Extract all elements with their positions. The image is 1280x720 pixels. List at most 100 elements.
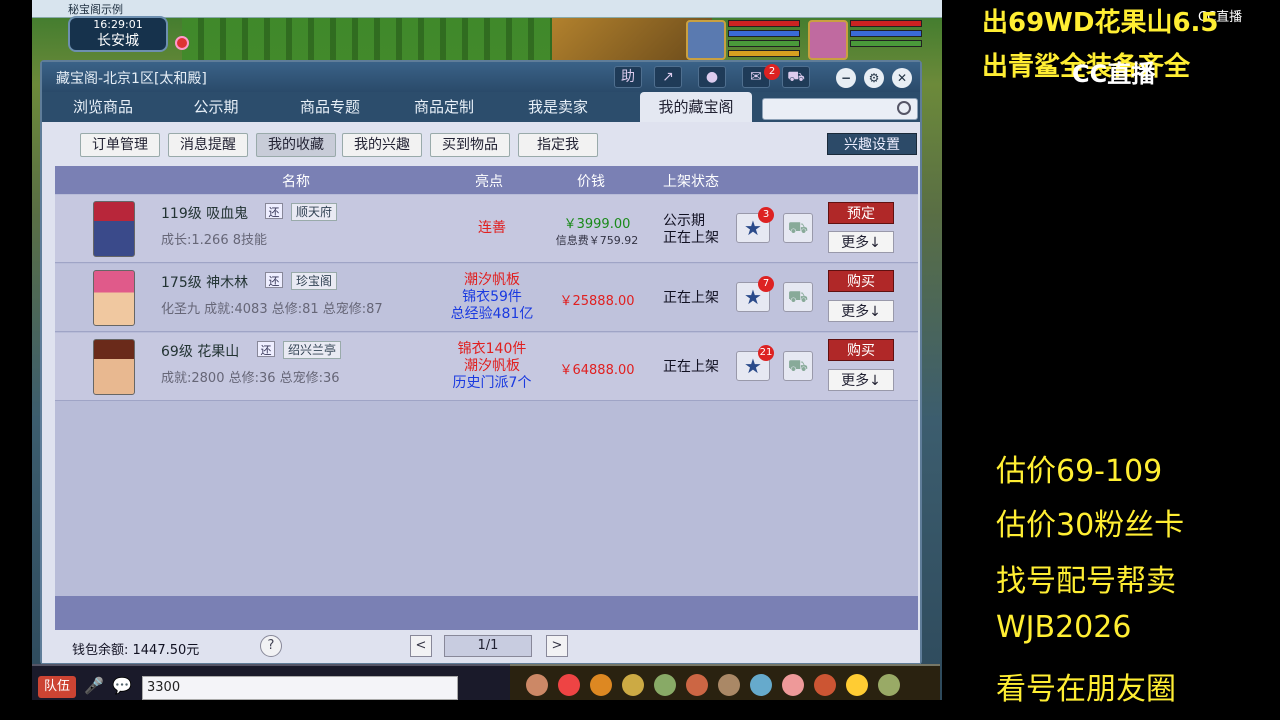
price-value: ￥3999.00 [563, 217, 631, 232]
highlight-item: 锦衣140件 [457, 341, 527, 357]
action-icon[interactable] [846, 674, 868, 696]
interest-settings-button[interactable]: 兴趣设置 [827, 133, 917, 155]
character-level-name: 69级 花果山 [161, 344, 240, 360]
player-bars [728, 20, 800, 60]
action-icon[interactable] [878, 674, 900, 696]
close-icon[interactable]: ✕ [892, 68, 912, 88]
action-icon[interactable] [718, 674, 740, 696]
settings-icon[interactable]: ⚙ [864, 68, 884, 88]
search-icon[interactable] [897, 101, 911, 115]
add-to-cart-icon[interactable]: ⛟ [783, 282, 813, 312]
col-highlight: 亮点 [475, 174, 503, 190]
player-portrait[interactable] [686, 20, 726, 60]
table-row[interactable]: 119级 吸血鬼 还 顺天府 成长:1.266 8技能 连善 ￥3999.00 … [55, 195, 918, 263]
price-value: ￥25888.00 [559, 294, 635, 309]
action-icon[interactable] [654, 674, 676, 696]
share-icon[interactable]: ↗ [654, 66, 682, 88]
avatar [93, 201, 135, 257]
price-block: ￥25888.00 [545, 290, 649, 309]
stream-logo-large: CC直播 [1072, 60, 1156, 88]
treasure-pavilion-window: 藏宝阁-北京1区[太和殿] 助 ↗ ● ✉ 2 ⛟ − ⚙ ✕ 浏览商品 公示期… [40, 60, 922, 665]
search-input[interactable] [762, 98, 918, 120]
tab-seller[interactable]: 我是卖家 [502, 92, 614, 122]
subtab-assigned[interactable]: 指定我 [518, 133, 598, 157]
event-icon[interactable] [175, 36, 189, 50]
help-button[interactable]: 助 [614, 66, 642, 88]
subtab-interests[interactable]: 我的兴趣 [342, 133, 422, 157]
minimize-icon[interactable]: − [836, 68, 856, 88]
voice-icon[interactable]: 🎤 [84, 676, 104, 695]
favorite-count-badge: 21 [758, 345, 774, 361]
overlay-title: 出69WD花果山6.5 [982, 8, 1219, 38]
tab-custom[interactable]: 商品定制 [388, 92, 500, 122]
reserve-button[interactable]: 预定 [828, 202, 894, 224]
content-panel: 订单管理 消息提醒 我的收藏 我的兴趣 买到物品 指定我 兴趣设置 名称 亮点 … [42, 122, 920, 663]
main-tabs: 浏览商品 公示期 商品专题 商品定制 我是卖家 我的藏宝阁 [42, 92, 762, 122]
status-line: 正在上架 [663, 359, 719, 375]
buy-button[interactable]: 购买 [828, 339, 894, 361]
action-icon[interactable] [686, 674, 708, 696]
pet-portrait[interactable] [808, 20, 848, 60]
highlight-item: 锦衣59件 [462, 289, 522, 305]
col-price: 价钱 [577, 174, 605, 190]
tab-browse[interactable]: 浏览商品 [47, 92, 159, 122]
favorite-count-badge: 3 [758, 207, 774, 223]
add-to-cart-icon[interactable]: ⛟ [783, 213, 813, 243]
action-icon[interactable] [590, 674, 612, 696]
listing-status: 正在上架 [663, 359, 719, 376]
footer-band [55, 596, 918, 630]
more-button[interactable]: 更多↓ [828, 369, 894, 391]
tab-topics[interactable]: 商品专题 [274, 92, 386, 122]
highlights: 锦衣140件 潮汐帆板 历史门派7个 [440, 341, 544, 392]
page-indicator: 1/1 [444, 635, 532, 657]
overlay-text: 找号配号帮卖 [996, 564, 1176, 599]
client-title: 秘宝阁示例 [68, 3, 123, 16]
action-icon[interactable] [526, 674, 548, 696]
subtab-notifications[interactable]: 消息提醒 [168, 133, 248, 157]
price-block: ￥64888.00 [545, 359, 649, 378]
highlight-item: 历史门派7个 [452, 375, 532, 391]
status-line: 正在上架 [663, 230, 719, 246]
window-titlebar[interactable]: 藏宝阁-北京1区[太和殿] 助 ↗ ● ✉ 2 ⛟ − ⚙ ✕ [42, 62, 920, 92]
wallet-balance: 钱包余额: 1447.50元 [72, 643, 200, 658]
next-page-button[interactable]: > [546, 635, 568, 657]
subtab-favorites[interactable]: 我的收藏 [256, 133, 336, 157]
overlay-text: 估价30粉丝卡 [996, 508, 1185, 543]
tab-publicity[interactable]: 公示期 [160, 92, 272, 122]
buy-button[interactable]: 购买 [828, 270, 894, 292]
action-icon[interactable] [814, 674, 836, 696]
record-icon[interactable]: ● [698, 66, 726, 88]
action-icon[interactable] [558, 674, 580, 696]
server-tag: 顺天府 [291, 203, 338, 221]
add-to-cart-icon[interactable]: ⛟ [783, 351, 813, 381]
character-level-name: 119级 吸血鬼 [161, 206, 249, 222]
price-block: ￥3999.00 信息费￥759.92 [545, 213, 649, 248]
chat-input[interactable]: 3300 [142, 676, 458, 700]
cart-icon[interactable]: ⛟ [782, 66, 810, 88]
table-row[interactable]: 175级 神木林 还 珍宝阁 化圣九 成就:4083 总修:81 总宠修:87 … [55, 264, 918, 332]
favorite-count-badge: 7 [758, 276, 774, 292]
more-button[interactable]: 更多↓ [828, 231, 894, 253]
action-icon[interactable] [750, 674, 772, 696]
chat-bubble-icon[interactable]: 💬 [112, 676, 132, 695]
more-button[interactable]: 更多↓ [828, 300, 894, 322]
chat-bar: 队伍 🎤 💬 3300 [32, 664, 512, 700]
prev-page-button[interactable]: < [410, 635, 432, 657]
action-icon[interactable] [782, 674, 804, 696]
action-icon[interactable] [622, 674, 644, 696]
character-stats: 成就:2800 总修:36 总宠修:36 [161, 371, 340, 386]
subtab-orders[interactable]: 订单管理 [80, 133, 160, 157]
pet-bars [850, 20, 922, 50]
tab-my-pavilion[interactable]: 我的藏宝阁 [640, 92, 752, 122]
table-row[interactable]: 69级 花果山 还 绍兴兰亭 成就:2800 总修:36 总宠修:36 锦衣14… [55, 333, 918, 401]
character-stats: 成长:1.266 8技能 [161, 233, 267, 248]
listing-status: 公示期 正在上架 [663, 213, 719, 247]
team-button[interactable]: 队伍 [38, 676, 76, 698]
subtab-purchased[interactable]: 买到物品 [430, 133, 510, 157]
help-icon[interactable]: ? [260, 635, 282, 657]
overlay-text: WJB2026 [996, 610, 1132, 645]
minimap-clock[interactable]: 16:29:01 长安城 [68, 16, 168, 52]
avatar [93, 270, 135, 326]
return-tag: 还 [257, 341, 275, 357]
window-title: 藏宝阁-北京1区[太和殿] [56, 71, 207, 87]
